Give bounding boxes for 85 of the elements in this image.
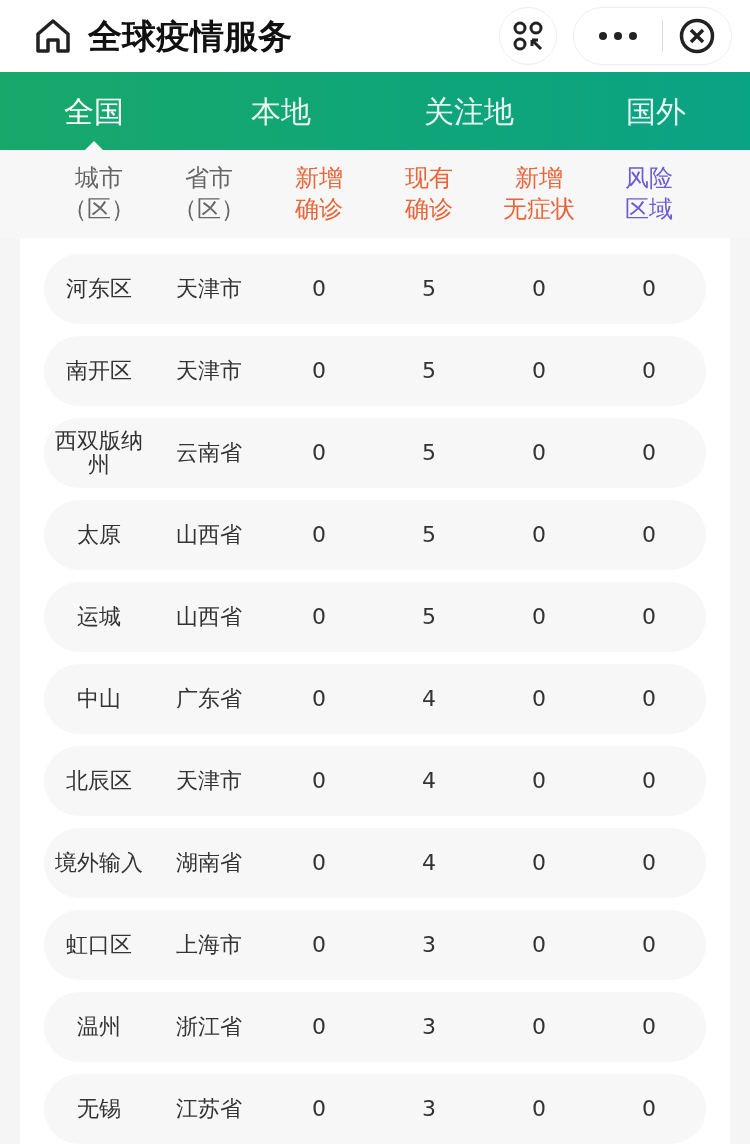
table-row[interactable]: 虹口区 上海市 0 3 0 0 [44,910,706,980]
table-cell-text: 5 [421,605,437,629]
table-row[interactable]: 温州 浙江省 0 3 0 0 [44,992,706,1062]
table-cell-text: 5 [421,359,437,383]
table-cell-text: 天津市 [175,277,243,301]
table-row[interactable]: 北辰区 天津市 0 4 0 0 [44,746,706,816]
table-cell-text: 境外输入 [54,851,144,875]
table-cell-text: 山西省 [175,605,243,629]
column-header[interactable]: 风险区域 [594,163,704,225]
table-cell-text: 0 [531,769,547,793]
table-cell-text: 3 [421,933,437,957]
table-cell-text: 太原 [76,523,122,547]
table-row[interactable]: 西双版纳州 云南省 0 5 0 0 [44,418,706,488]
table-cell-text: 0 [531,359,547,383]
table-cell-text: 0 [641,359,657,383]
table-cell-text: 中山 [76,687,122,711]
table-cell-text: 浙江省 [175,1015,243,1039]
home-icon[interactable] [34,18,72,54]
table-row[interactable]: 河东区 天津市 0 5 0 0 [44,254,706,324]
table-cell-text: 4 [421,769,437,793]
table-row[interactable]: 南开区 天津市 0 5 0 0 [44,336,706,406]
close-icon [679,18,715,54]
table-row[interactable]: 太原 山西省 0 5 0 0 [44,500,706,570]
table-cell-text: 0 [531,441,547,465]
table-cell-text: 4 [421,687,437,711]
table-cell-text: 0 [641,687,657,711]
table-cell-text: 0 [641,933,657,957]
table-cell-text: 5 [421,277,437,301]
table-cell-text: 上海市 [175,933,243,957]
table-cell-text: 5 [421,523,437,547]
scan-icon [512,20,544,52]
table-cell-text: 0 [641,605,657,629]
more-icon [598,31,638,41]
table-row[interactable]: 运城 山西省 0 5 0 0 [44,582,706,652]
table-cell-text: 0 [311,933,327,957]
table-cell-text: 0 [311,277,327,301]
table-cell-text: 0 [641,769,657,793]
table-cell-text: 山西省 [175,523,243,547]
table-cell-text: 运城 [76,605,122,629]
table-row[interactable]: 无锡 江苏省 0 3 0 0 [44,1074,706,1144]
table-cell-text: 江苏省 [175,1097,243,1121]
table-cell-text: 广东省 [175,687,243,711]
column-header[interactable]: 省市（区） [154,163,264,225]
table-cell-text: 湖南省 [175,851,243,875]
table-cell-text: 0 [311,359,327,383]
table-cell-text: 0 [311,851,327,875]
table-cell-text: 0 [311,687,327,711]
window-title: 全球疫情服务 [88,19,292,53]
table-cell-text: 3 [421,1015,437,1039]
table-cell-text: 0 [531,1015,547,1039]
table-cell-text: 0 [531,277,547,301]
table-cell-text: 0 [531,1097,547,1121]
table-row[interactable]: 中山 广东省 0 4 0 0 [44,664,706,734]
table-cell-text: 0 [311,441,327,465]
table-row[interactable]: 境外输入 湖南省 0 4 0 0 [44,828,706,898]
table-cell-text: 0 [311,605,327,629]
table-cell-text: 温州 [76,1015,122,1039]
table-cell-text: 3 [421,1097,437,1121]
table-cell-text: 北辰区 [65,769,133,793]
table-cell-text: 西双版纳州 [54,429,144,477]
table-cell-text: 4 [421,851,437,875]
table-cell-text: 0 [531,687,547,711]
table-cell-text: 0 [311,1015,327,1039]
table-cell-text: 0 [531,851,547,875]
table-cell-text: 河东区 [65,277,133,301]
table-cell-text: 天津市 [175,359,243,383]
table-cell-text: 0 [311,523,327,547]
table-cell-text: 0 [311,1097,327,1121]
table-cell-text: 虹口区 [65,933,133,957]
table-cell-text: 云南省 [175,441,243,465]
table-cell-text: 0 [641,1015,657,1039]
table-cell-text: 无锡 [76,1097,122,1121]
table-cell-text: 0 [531,933,547,957]
table-cell-text: 0 [641,1097,657,1121]
table-cell-text: 0 [641,277,657,301]
table-cell-text: 南开区 [65,359,133,383]
table-cell-text: 0 [641,523,657,547]
column-header[interactable]: 城市（区） [44,163,154,225]
table-cell-text: 0 [641,441,657,465]
table-cell-text: 0 [531,605,547,629]
table-cell-text: 天津市 [175,769,243,793]
table-cell-text: 0 [311,769,327,793]
table-cell-text: 0 [531,523,547,547]
table-cell-text: 0 [641,851,657,875]
table-cell-text: 5 [421,441,437,465]
